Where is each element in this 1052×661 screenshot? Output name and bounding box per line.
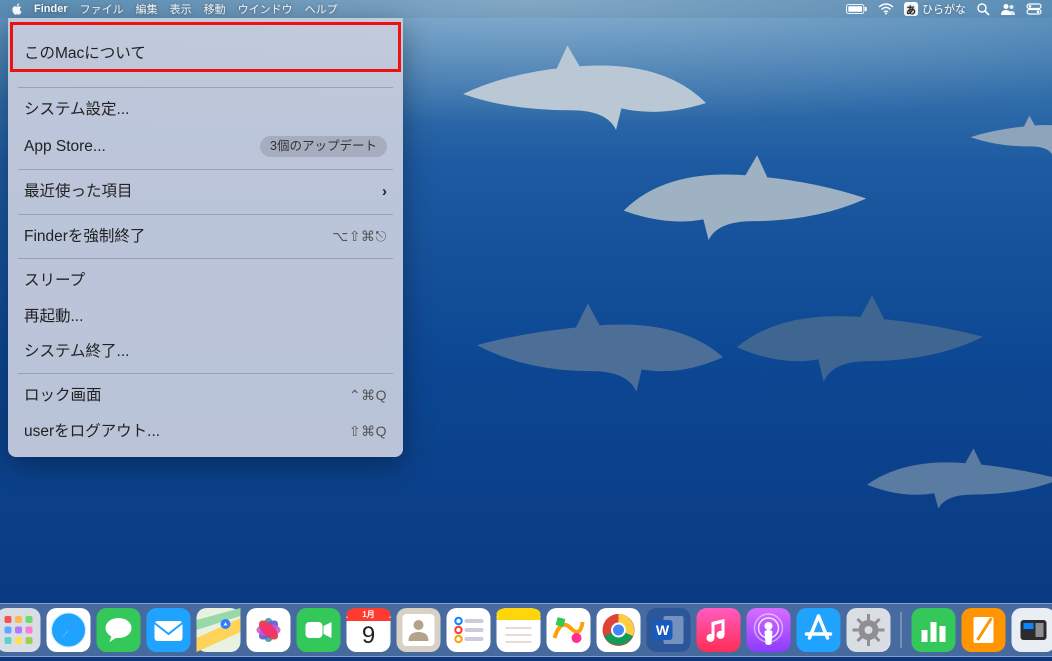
dock-app-photos[interactable]: [247, 608, 291, 652]
menu-log-out[interactable]: userをログアウト... ⇧⌘Q: [8, 414, 403, 449]
menubar-app-name[interactable]: Finder: [34, 3, 68, 15]
menu-shortcut: ⇧⌘Q: [349, 423, 387, 441]
users-icon[interactable]: [1000, 2, 1016, 16]
menu-item-label: このMacについて: [24, 44, 387, 63]
wifi-icon[interactable]: [878, 3, 894, 15]
menu-item-label: 再起動...: [24, 307, 387, 326]
dock-app-numbers[interactable]: [912, 608, 956, 652]
updates-badge: 3個のアップデート: [260, 136, 387, 158]
menu-recent-items[interactable]: 最近使った項目 ›: [8, 174, 403, 209]
apple-icon[interactable]: [10, 2, 24, 16]
dock-divider: [901, 612, 902, 648]
dock-app-notes[interactable]: [497, 608, 541, 652]
dock-app-reminders[interactable]: [447, 608, 491, 652]
menu-shortcut: ⌃⌘Q: [349, 387, 387, 405]
dock-app-freeform[interactable]: [547, 608, 591, 652]
dock-app-system-settings[interactable]: [847, 608, 891, 652]
menu-shortcut: ⌥⇧⌘⎋: [332, 228, 387, 246]
menu-file[interactable]: ファイル: [80, 1, 124, 17]
menu-system-settings[interactable]: システム設定...: [8, 92, 403, 127]
dock: 1月 9 W: [0, 603, 1052, 657]
dock-app-contacts[interactable]: [397, 608, 441, 652]
menu-restart[interactable]: 再起動...: [8, 299, 403, 334]
input-source-glyph: あ: [904, 2, 918, 16]
battery-icon[interactable]: [846, 3, 868, 15]
dock-app-facetime[interactable]: [297, 608, 341, 652]
dock-app-launchpad[interactable]: [0, 608, 41, 652]
menu-item-label: Finderを強制終了: [24, 227, 332, 246]
dock-app-calendar[interactable]: 1月 9: [347, 608, 391, 652]
chevron-right-icon: ›: [382, 183, 387, 202]
menu-help[interactable]: ヘルプ: [305, 1, 338, 17]
menu-window[interactable]: ウインドウ: [238, 1, 293, 17]
menu-sleep[interactable]: スリープ: [8, 263, 403, 298]
menu-separator: [18, 87, 393, 88]
spotlight-icon[interactable]: [976, 2, 990, 16]
dock-app-safari[interactable]: [47, 608, 91, 652]
menu-separator: [18, 214, 393, 215]
menu-view[interactable]: 表示: [170, 1, 192, 17]
menu-item-label: システム終了...: [24, 342, 387, 361]
menubar: Finder ファイル 編集 表示 移動 ウインドウ ヘルプ あ ひらがな: [0, 0, 1052, 18]
input-source-label: ひらがな: [922, 1, 966, 17]
dock-app-podcasts[interactable]: [747, 608, 791, 652]
dock-app-chrome[interactable]: [597, 608, 641, 652]
menu-item-label: スリープ: [24, 271, 387, 290]
dock-app-screenshot-tool[interactable]: [1012, 608, 1052, 652]
dock-app-maps[interactable]: [197, 608, 241, 652]
menu-item-label: ロック画面: [24, 386, 349, 405]
dock-app-messages[interactable]: [97, 608, 141, 652]
dock-app-word[interactable]: W: [647, 608, 691, 652]
menu-force-quit[interactable]: Finderを強制終了 ⌥⇧⌘⎋: [8, 219, 403, 254]
menu-go[interactable]: 移動: [204, 1, 226, 17]
menu-shut-down[interactable]: システム終了...: [8, 334, 403, 369]
menu-item-label: システム設定...: [24, 100, 387, 119]
svg-text:W: W: [656, 622, 670, 638]
calendar-day: 9: [347, 622, 391, 650]
menu-lock-screen[interactable]: ロック画面 ⌃⌘Q: [8, 378, 403, 413]
apple-menu-dropdown: このMacについて システム設定... App Store... 3個のアップデ…: [8, 18, 403, 457]
dock-app-appstore[interactable]: [797, 608, 841, 652]
dock-app-pages[interactable]: [962, 608, 1006, 652]
calendar-month: 1月: [347, 609, 391, 620]
menu-separator: [18, 169, 393, 170]
menu-separator: [18, 373, 393, 374]
menu-separator: [18, 258, 393, 259]
menu-app-store[interactable]: App Store... 3個のアップデート: [8, 128, 403, 166]
input-source[interactable]: あ ひらがな: [904, 1, 966, 17]
control-center-icon[interactable]: [1026, 3, 1042, 15]
dock-app-mail[interactable]: [147, 608, 191, 652]
menu-about-this-mac[interactable]: このMacについて: [8, 24, 403, 83]
menu-edit[interactable]: 編集: [136, 1, 158, 17]
menu-item-label: App Store...: [24, 137, 260, 156]
menu-item-label: userをログアウト...: [24, 422, 349, 441]
dock-app-music[interactable]: [697, 608, 741, 652]
menu-item-label: 最近使った項目: [24, 182, 382, 201]
